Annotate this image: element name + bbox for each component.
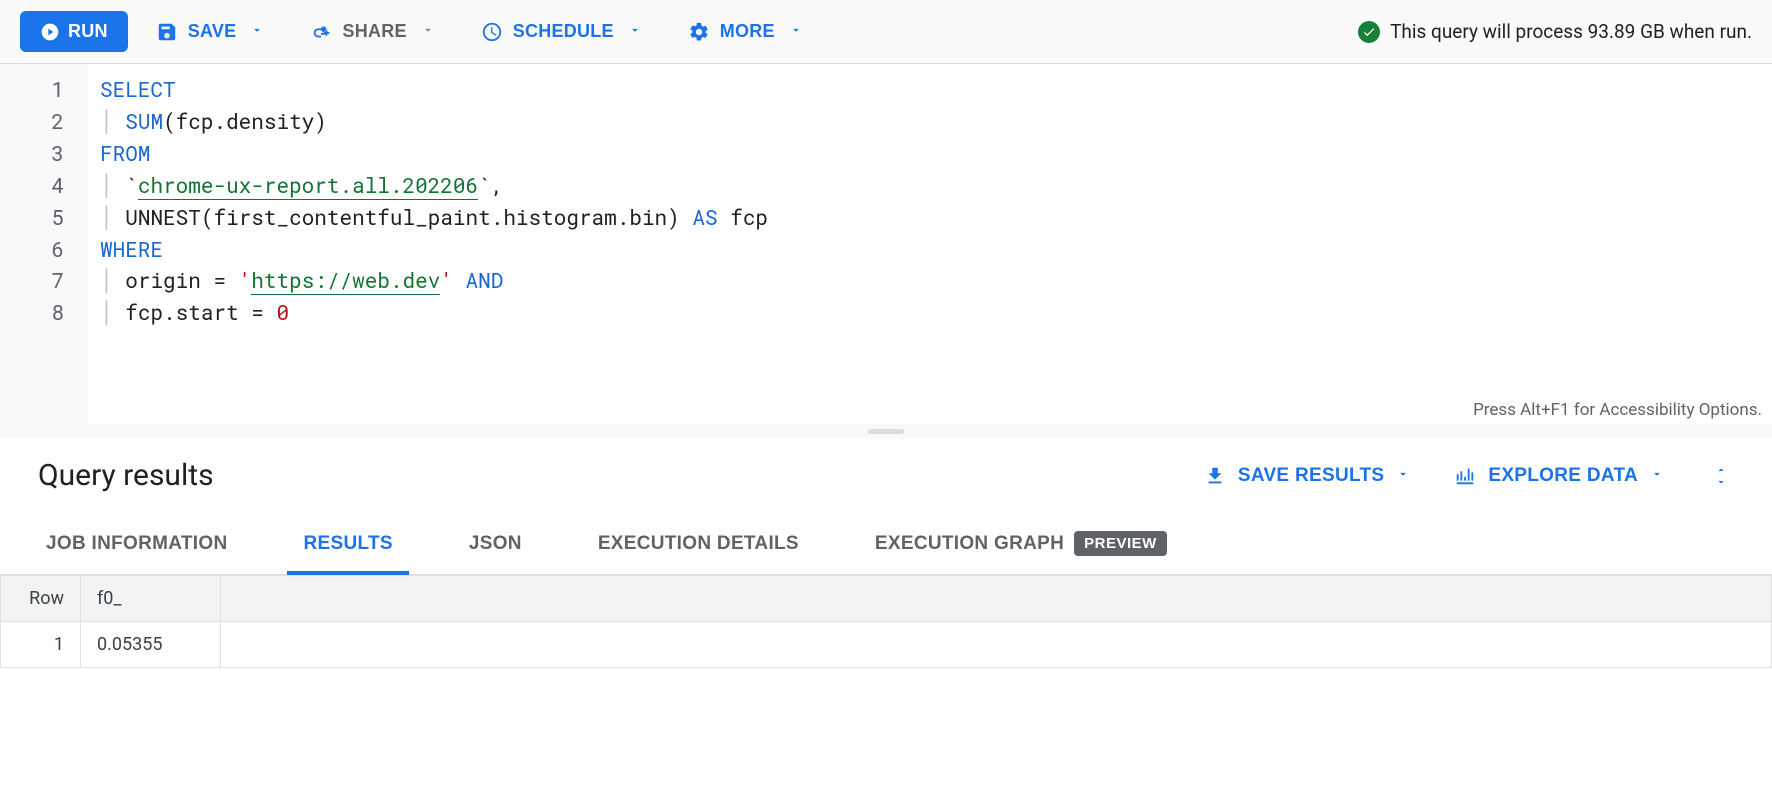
chevron-down-icon (1396, 465, 1410, 487)
status-text: This query will process 93.89 GB when ru… (1390, 20, 1752, 43)
results-table: Row f0_ 1 0.05355 (0, 575, 1772, 668)
chevron-down-icon (250, 21, 264, 42)
save-results-button[interactable]: SAVE RESULTS (1204, 465, 1410, 487)
expand-collapse-button[interactable] (1708, 460, 1734, 492)
explore-data-label: EXPLORE DATA (1488, 465, 1638, 487)
run-label: RUN (68, 21, 108, 42)
toolbar: RUN SAVE SHARE SCHEDULE MORE This query … (0, 0, 1772, 64)
cell-f0: 0.05355 (81, 622, 221, 668)
results-title: Query results (38, 458, 214, 493)
query-status: This query will process 93.89 GB when ru… (1358, 20, 1752, 43)
tab-json[interactable]: JSON (461, 513, 530, 574)
more-button[interactable]: MORE (670, 11, 821, 53)
table-header-row: Row f0_ (1, 576, 1772, 622)
chart-icon (1454, 465, 1476, 487)
share-label: SHARE (342, 21, 406, 42)
chevron-down-icon (421, 21, 435, 42)
explore-data-button[interactable]: EXPLORE DATA (1454, 465, 1664, 487)
panel-drag-handle[interactable] (0, 424, 1772, 438)
more-label: MORE (720, 21, 775, 42)
tab-job-information[interactable]: JOB INFORMATION (38, 513, 235, 574)
preview-badge: PREVIEW (1074, 531, 1167, 556)
schedule-label: SCHEDULE (513, 21, 614, 42)
schedule-button[interactable]: SCHEDULE (463, 11, 660, 53)
share-icon (310, 21, 332, 43)
cell-empty (221, 622, 1772, 668)
chevron-down-icon (1712, 476, 1730, 488)
check-circle-icon (1358, 21, 1380, 43)
run-button[interactable]: RUN (20, 11, 128, 52)
col-empty (221, 576, 1772, 622)
table-row[interactable]: 1 0.05355 (1, 622, 1772, 668)
chevron-up-icon (1712, 464, 1730, 476)
accessibility-hint: Press Alt+F1 for Accessibility Options. (1473, 400, 1762, 420)
col-row: Row (1, 576, 81, 622)
line-gutter: 1 2 3 4 5 6 7 8 (0, 64, 88, 424)
results-header: Query results SAVE RESULTS EXPLORE DATA (0, 438, 1772, 513)
tab-results[interactable]: RESULTS (295, 513, 400, 574)
tab-execution-graph[interactable]: EXECUTION GRAPH PREVIEW (867, 513, 1175, 574)
share-button[interactable]: SHARE (292, 11, 452, 53)
sql-editor[interactable]: 1 2 3 4 5 6 7 8 SELECT│ SUM(fcp.density)… (0, 64, 1772, 424)
chevron-down-icon (789, 21, 803, 42)
chevron-down-icon (1650, 465, 1664, 487)
save-icon (156, 21, 178, 43)
clock-icon (481, 21, 503, 43)
save-label: SAVE (188, 21, 237, 42)
code-area[interactable]: SELECT│ SUM(fcp.density)FROM│ `chrome-ux… (88, 64, 1772, 424)
save-button[interactable]: SAVE (138, 11, 283, 53)
results-tabs: JOB INFORMATION RESULTS JSON EXECUTION D… (0, 513, 1772, 575)
play-icon (40, 22, 60, 42)
save-results-label: SAVE RESULTS (1238, 465, 1384, 487)
tab-execution-details[interactable]: EXECUTION DETAILS (590, 513, 807, 574)
chevron-down-icon (628, 21, 642, 42)
download-icon (1204, 465, 1226, 487)
cell-row: 1 (1, 622, 81, 668)
gear-icon (688, 21, 710, 43)
col-f0: f0_ (81, 576, 221, 622)
